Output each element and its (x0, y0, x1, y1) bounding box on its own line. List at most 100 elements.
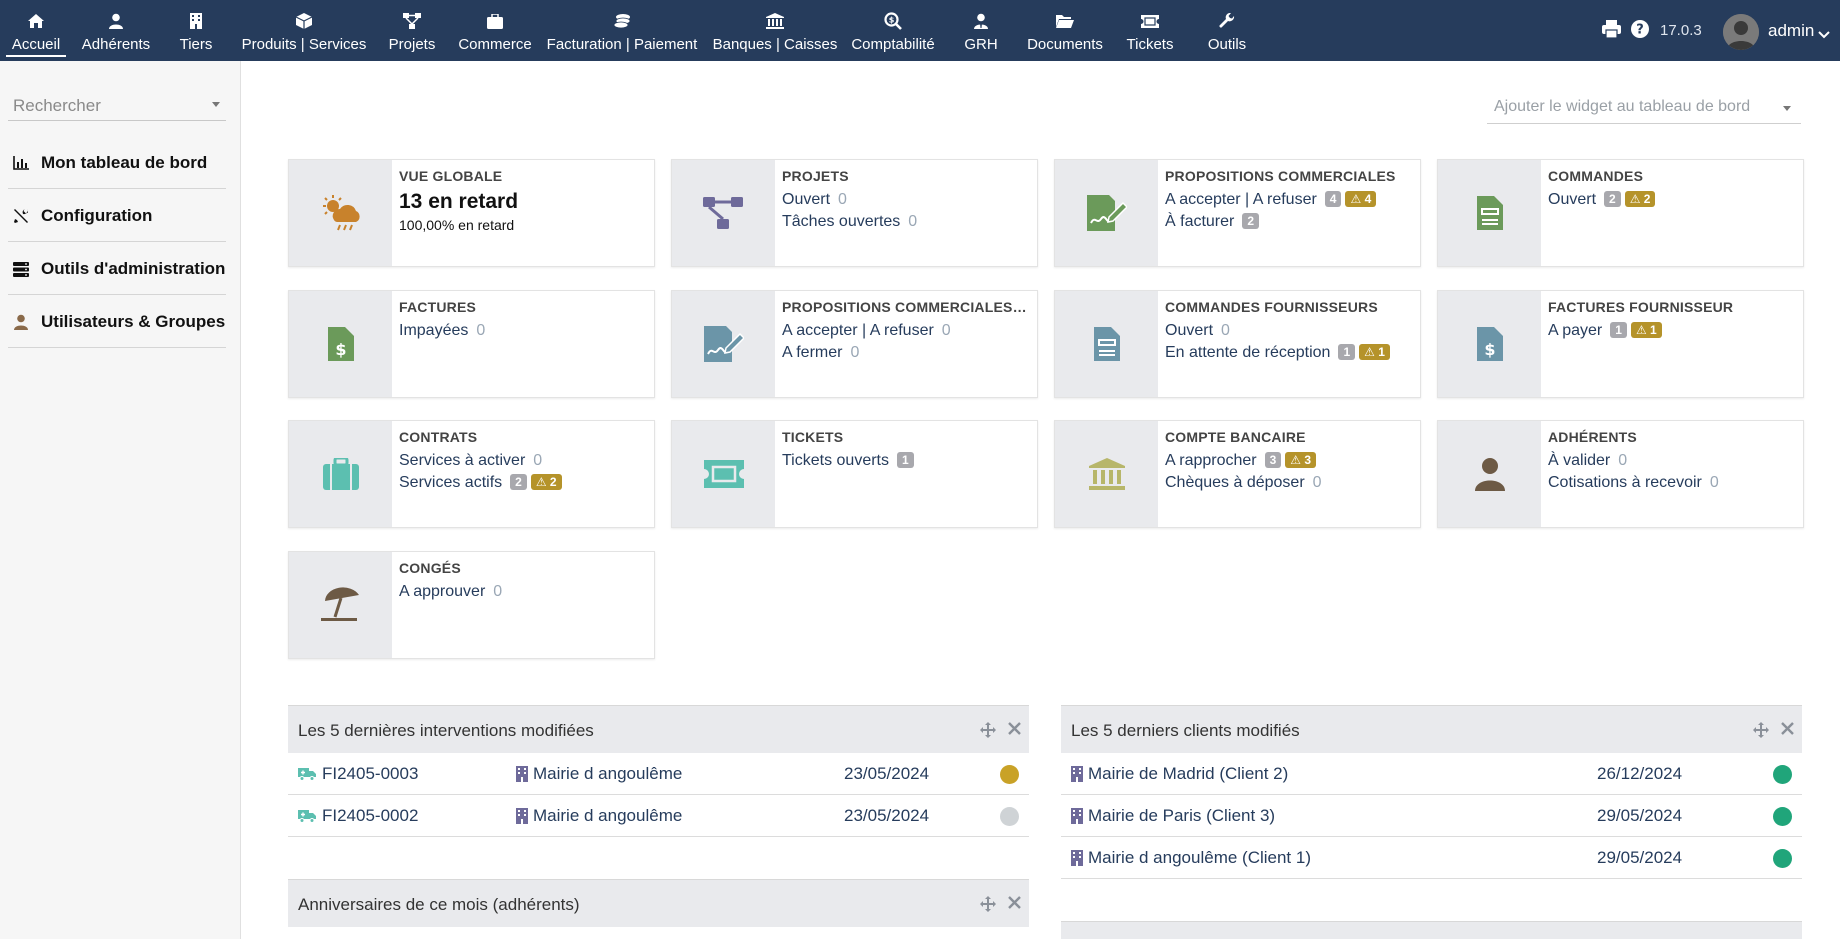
user-name[interactable]: admin (1768, 21, 1814, 41)
sitemap-icon (402, 11, 422, 31)
row-date: 29/05/2024 (1597, 848, 1682, 868)
menu-facturation-paiement[interactable]: Facturation | Paiement (544, 0, 700, 61)
umbrella-beach-icon (289, 552, 392, 658)
box-line-to-accept[interactable]: A accepter | A refuser 0 (782, 322, 951, 340)
avatar[interactable] (1723, 14, 1759, 50)
box-line-awaiting-reception[interactable]: En attente de réception 1 ⚠ 1 (1165, 344, 1390, 362)
cube-icon (294, 11, 314, 31)
line-label: A approuver (399, 583, 486, 600)
menu-commerce[interactable]: Commerce (452, 0, 538, 61)
warning-badge: ⚠ 1 (1630, 322, 1662, 338)
client-name: Mairie d angoulême (533, 806, 683, 825)
coins-icon (612, 11, 632, 31)
line-count: 0 (476, 322, 486, 339)
warning-badge: ⚠ 1 (1359, 344, 1390, 360)
box-line-to-approve[interactable]: A approuver 0 (399, 583, 502, 601)
line-label: A accepter | A refuser (1165, 191, 1317, 208)
building-icon (186, 11, 206, 31)
box-line-unpaid[interactable]: Impayées 0 (399, 322, 485, 340)
box-line-open-tickets[interactable]: Tickets ouverts 1 (782, 452, 914, 470)
menu-grh[interactable]: GRH (958, 0, 1004, 61)
box-adherents[interactable]: ADHÉRENTS À valider 0 Cotisations à recev… (1437, 420, 1804, 528)
menu-banques-caisses[interactable]: Banques | Caisses (710, 0, 840, 61)
move-icon[interactable] (980, 722, 996, 743)
box-projets[interactable]: PROJETS Ouvert 0 Tâches ouvertes 0 (671, 159, 1038, 267)
client-link[interactable]: Mairie de Paris (Client 3) (1071, 806, 1275, 826)
box-line-open-tasks[interactable]: Tâches ouvertes 0 (782, 213, 917, 231)
menu-tickets[interactable]: Tickets (1120, 0, 1180, 61)
row-date: 23/05/2024 (844, 764, 929, 784)
box-line-to-pay[interactable]: A payer 1 ⚠ 1 (1548, 322, 1662, 340)
sidebar-search-select[interactable]: Rechercher (8, 91, 226, 121)
file-signature-icon (672, 291, 775, 397)
box-propositions-commerciales[interactable]: PROPOSITIONS COMMERCIALES A accepter | A… (1054, 159, 1421, 267)
sidebar-item-admin-tools[interactable]: Outils d'administration (8, 243, 226, 295)
sidebar-item-configuration[interactable]: Configuration (8, 190, 226, 242)
box-factures[interactable]: $ FACTURES Impayées 0 (288, 290, 655, 398)
box-line-to-reconcile[interactable]: A rapprocher 3 ⚠ 3 (1165, 452, 1317, 470)
close-icon[interactable] (1781, 722, 1794, 740)
close-icon[interactable] (1008, 722, 1021, 740)
box-title: CONGÉS (399, 560, 461, 576)
box-line-to-bill[interactable]: À facturer 2 (1165, 213, 1260, 231)
menu-tiers[interactable]: Tiers (170, 0, 222, 61)
chevron-down-icon[interactable] (1818, 26, 1830, 44)
menu-adherents[interactable]: Adhérents (76, 0, 156, 61)
status-dot (1773, 807, 1792, 826)
box-line-open[interactable]: Ouvert 0 (1165, 322, 1230, 340)
move-icon[interactable] (980, 896, 996, 917)
box-vue-globale[interactable]: VUE GLOBALE 13 en retard 100,00% en reta… (288, 159, 655, 267)
box-line-subscriptions-due[interactable]: Cotisations à recevoir 0 (1548, 474, 1719, 492)
box-title: PROPOSITIONS COMMERCIALES FOURNISSEURS (782, 299, 1030, 315)
box-line-services-to-activate[interactable]: Services à activer 0 (399, 452, 542, 470)
move-icon[interactable] (1753, 722, 1769, 743)
sidebar-item-dashboard[interactable]: Mon tableau de bord (8, 137, 226, 189)
file-invoice-icon (1055, 291, 1158, 397)
client-link[interactable]: Mairie d angoulême (Client 1) (1071, 848, 1311, 868)
box-propositions-fournisseurs[interactable]: PROPOSITIONS COMMERCIALES FOURNISSEURS A… (671, 290, 1038, 398)
count-badge: 1 (897, 452, 914, 468)
building-icon (1071, 850, 1083, 866)
help-icon[interactable]: ? (1631, 20, 1649, 43)
box-conges[interactable]: CONGÉS A approuver 0 (288, 551, 655, 659)
table-row: Mairie d angoulême (Client 1) 29/05/2024 (1061, 837, 1802, 879)
menu-produits-services[interactable]: Produits | Services (236, 0, 372, 61)
box-line-to-validate[interactable]: À valider 0 (1548, 452, 1627, 470)
client-link[interactable]: Mairie d angoulême (516, 764, 682, 784)
row-date: 26/12/2024 (1597, 764, 1682, 784)
box-line-to-close[interactable]: A fermer 0 (782, 344, 859, 362)
intervention-ref-link[interactable]: FI2405-0003 (298, 764, 418, 784)
box-line-open[interactable]: Ouvert 0 (782, 191, 847, 209)
box-line-to-accept[interactable]: A accepter | A refuser 4 ⚠ 4 (1165, 191, 1377, 209)
menu-outils[interactable]: Outils (1196, 0, 1258, 61)
sidebar-item-users-groups[interactable]: Utilisateurs & Groupes (8, 296, 226, 348)
box-tickets[interactable]: TICKETS Tickets ouverts 1 (671, 420, 1038, 528)
box-line-active-services[interactable]: Services actifs 2 ⚠ 2 (399, 474, 562, 492)
box-compte-bancaire[interactable]: COMPTE BANCAIRE A rapprocher 3 ⚠ 3 Chèques… (1054, 420, 1421, 528)
menu-projets[interactable]: Projets (380, 0, 444, 61)
line-label: A fermer (782, 344, 843, 361)
intervention-ref-link[interactable]: FI2405-0002 (298, 806, 418, 826)
add-widget-select[interactable]: Ajouter le widget au tableau de bord (1487, 92, 1801, 124)
line-label: Cotisations à recevoir (1548, 474, 1702, 491)
client-link[interactable]: Mairie de Madrid (Client 2) (1071, 764, 1288, 784)
box-line-checks-to-deposit[interactable]: Chèques à déposer 0 (1165, 474, 1322, 492)
line-label: En attente de réception (1165, 344, 1331, 361)
box-commandes-fournisseurs[interactable]: COMMANDES FOURNISSEURS Ouvert 0 En attent… (1054, 290, 1421, 398)
print-icon[interactable] (1602, 20, 1621, 43)
weather-storm-icon (289, 160, 392, 266)
client-link[interactable]: Mairie d angoulême (516, 806, 682, 826)
close-icon[interactable] (1008, 896, 1021, 914)
menu-comptabilite[interactable]: $ Comptabilité (846, 0, 940, 61)
menu-accueil[interactable]: Accueil (2, 0, 70, 61)
box-factures-fournisseur[interactable]: $ FACTURES FOURNISSEUR A payer 1 ⚠ 1 (1437, 290, 1804, 398)
warning-count: 1 (1650, 323, 1657, 337)
menu-documents[interactable]: Documents (1020, 0, 1110, 61)
box-contrats[interactable]: CONTRATS Services à activer 0 Services ac… (288, 420, 655, 528)
home-icon (26, 11, 46, 31)
status-dot (1000, 765, 1019, 784)
box-line-open[interactable]: Ouvert 2 ⚠ 2 (1548, 191, 1656, 209)
status-dot (1773, 765, 1792, 784)
box-commandes[interactable]: COMMANDES Ouvert 2 ⚠ 2 (1437, 159, 1804, 267)
user-tie-icon (971, 11, 991, 31)
